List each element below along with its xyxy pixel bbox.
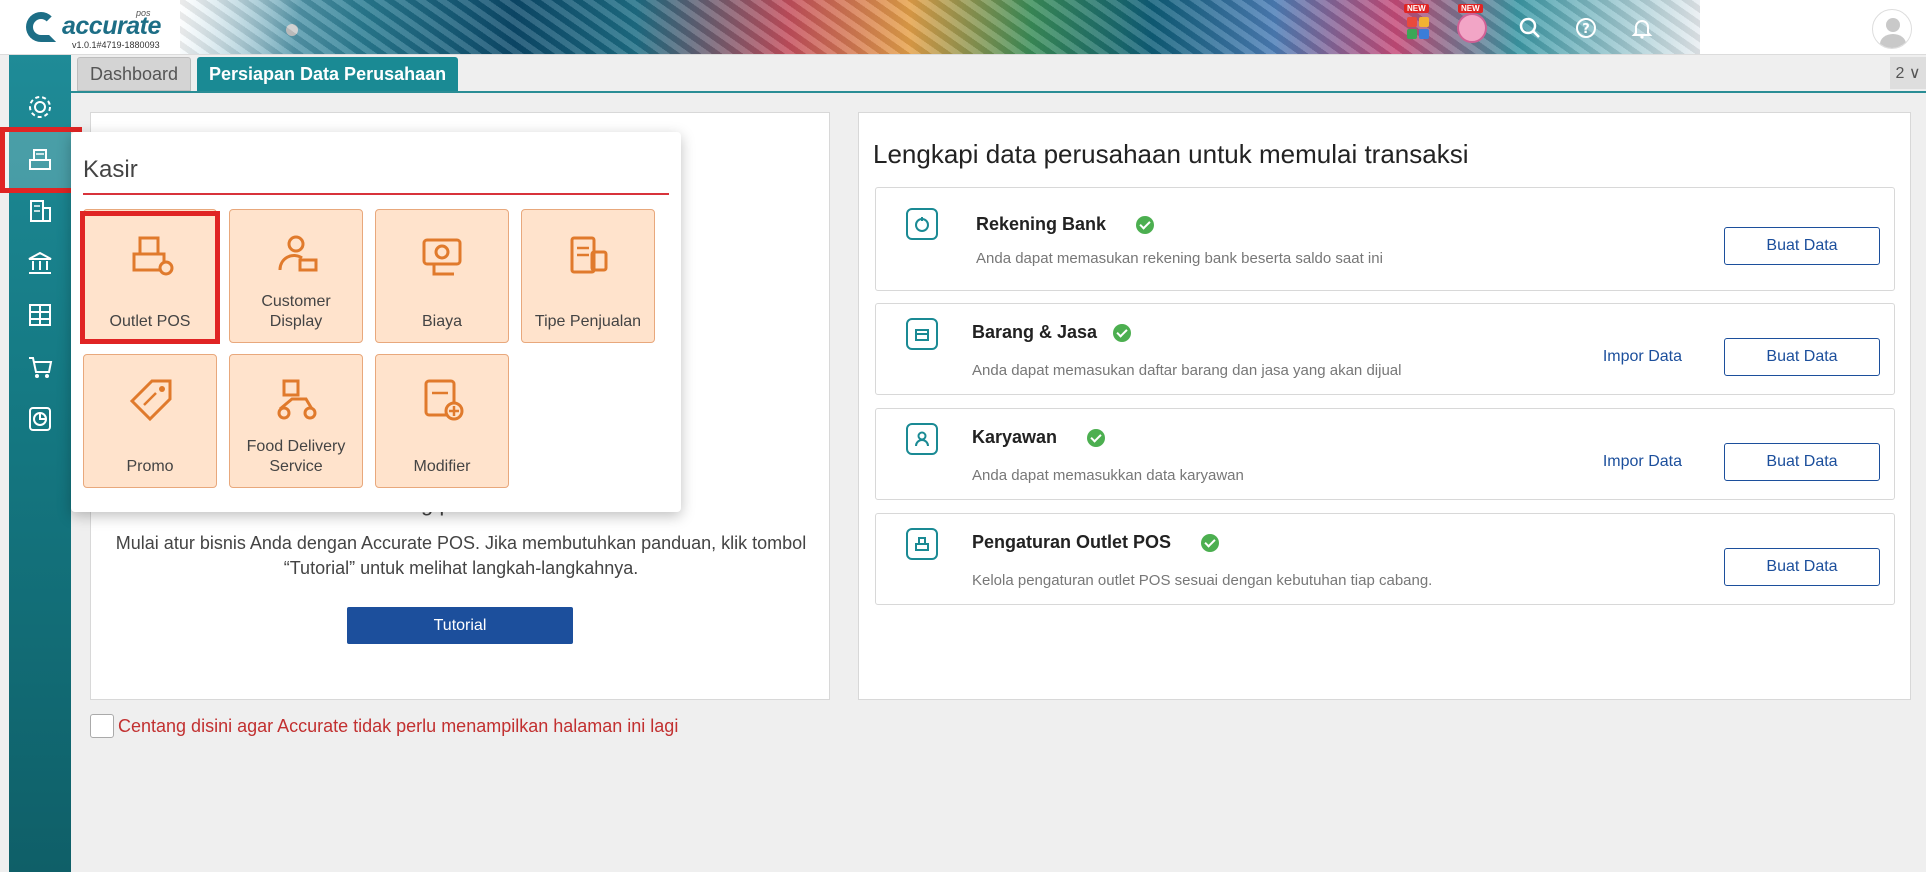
- row-title: Rekening Bank: [976, 214, 1155, 235]
- row-desc: Kelola pengaturan outlet POS sesuai deng…: [972, 572, 1433, 589]
- check-icon: [1136, 215, 1155, 234]
- outlet-pos-highlight: [80, 211, 220, 344]
- check-icon: [1113, 323, 1132, 342]
- apps-icon: [1407, 17, 1429, 39]
- row-title-text: Rekening Bank: [976, 214, 1107, 234]
- setup-row-karyawan: Karyawan Anda dapat memasukkan data kary…: [875, 408, 1895, 500]
- apps-button[interactable]: NEW: [1400, 4, 1436, 46]
- row-title-text: Karyawan: [972, 427, 1058, 447]
- tile-label: Customer Display: [261, 293, 331, 330]
- inventory-icon: [29, 304, 51, 326]
- popup-title: Kasir: [83, 156, 138, 183]
- dont-show-again-label[interactable]: Centang disini agar Accurate tidak perlu…: [118, 716, 678, 737]
- check-icon: [1087, 428, 1106, 447]
- row-desc: Anda dapat memasukan rekening bank beser…: [976, 250, 1383, 267]
- app-header: accurate pos v1.0.1#4719-1880093 NEW NEW…: [0, 0, 1926, 55]
- tutorial-button[interactable]: Tutorial: [347, 607, 573, 644]
- menu-tile-food-delivery[interactable]: Food Delivery Service: [229, 354, 363, 488]
- tile-label: Promo: [126, 458, 174, 475]
- avatar[interactable]: [1872, 9, 1912, 49]
- menu-tile-modifier[interactable]: Modifier: [375, 354, 509, 488]
- tab-bar: Dashboard Persiapan Data Perusahaan 2 ∨: [71, 55, 1926, 93]
- tab-persiapan-data[interactable]: Persiapan Data Perusahaan: [197, 57, 459, 91]
- buat-data-button[interactable]: Buat Data: [1724, 338, 1880, 376]
- buat-data-button[interactable]: Buat Data: [1724, 227, 1880, 265]
- setup-row-pengaturan-outlet: Pengaturan Outlet POS Kelola pengaturan …: [875, 513, 1895, 605]
- character-button[interactable]: NEW: [1454, 4, 1490, 46]
- menu-tile-tipe-penjualan[interactable]: Tipe Penjualan: [521, 209, 655, 343]
- logo-sup: pos: [136, 8, 151, 18]
- banner-dot: [286, 24, 298, 36]
- tile-label: Tipe Penjualan: [534, 313, 642, 330]
- new-badge: NEW: [1404, 4, 1429, 13]
- row-desc: Anda dapat memasukan daftar barang dan j…: [972, 362, 1402, 379]
- search-button[interactable]: [1512, 10, 1548, 46]
- row-desc: Anda dapat memasukkan data karyawan: [972, 467, 1244, 484]
- menu-tile-customer-display[interactable]: Customer Display: [229, 209, 363, 343]
- notification-button[interactable]: [1624, 10, 1660, 46]
- sidebar-item-bank[interactable]: [9, 237, 71, 289]
- buat-data-button[interactable]: Buat Data: [1724, 443, 1880, 481]
- tile-label: Modifier: [413, 458, 471, 475]
- popup-divider: [83, 193, 669, 195]
- logo-mark-icon: [26, 12, 56, 42]
- app-logo[interactable]: accurate pos v1.0.1#4719-1880093: [26, 8, 186, 52]
- check-icon: [1201, 533, 1220, 552]
- tab-count-dropdown[interactable]: 2 ∨: [1890, 57, 1926, 89]
- setup-card: Lengkapi data perusahaan untuk memulai t…: [858, 112, 1911, 700]
- svg-text:?: ?: [1582, 22, 1590, 37]
- help-icon: ?: [1576, 18, 1596, 38]
- bank-icon: [28, 251, 52, 274]
- employee-icon: [906, 423, 938, 455]
- character-icon: [1457, 13, 1487, 43]
- settings-icon: [29, 96, 51, 118]
- search-icon: [1519, 17, 1540, 38]
- row-title: Karyawan: [972, 427, 1106, 448]
- sidebar-item-settings[interactable]: [9, 81, 71, 133]
- sidebar-item-sales[interactable]: [9, 341, 71, 393]
- bell-icon: [1631, 20, 1653, 39]
- welcome-text: Mulai atur bisnis Anda dengan Accurate P…: [111, 531, 811, 581]
- sidebar-item-report[interactable]: [9, 393, 71, 445]
- menu-tile-promo[interactable]: Promo: [83, 354, 217, 488]
- setup-title: Lengkapi data perusahaan untuk memulai t…: [873, 139, 1469, 169]
- welcome-line-1: Mulai atur bisnis Anda dengan Accurate P…: [115, 533, 807, 553]
- row-title: Pengaturan Outlet POS: [972, 532, 1220, 553]
- menu-tile-biaya[interactable]: Biaya: [375, 209, 509, 343]
- company-name: Altara Group: [1752, 10, 1860, 31]
- buat-data-button[interactable]: Buat Data: [1724, 548, 1880, 586]
- dont-show-again-row: Centang disini agar Accurate tidak perlu…: [90, 714, 678, 738]
- user-name: Siti Fauziah: [1792, 33, 1860, 48]
- company-info[interactable]: Altara Group Siti Fauziah: [1752, 10, 1860, 48]
- row-title: Barang & Jasa: [972, 322, 1132, 343]
- goods-icon: [906, 318, 938, 350]
- building-icon: [30, 200, 51, 222]
- tag-icon: [129, 379, 172, 422]
- help-button[interactable]: ?: [1568, 10, 1604, 46]
- tile-label: Biaya: [421, 313, 463, 330]
- bank-account-icon: [906, 208, 938, 240]
- delivery-scooter-icon: [277, 379, 317, 420]
- app-version: v1.0.1#4719-1880093: [72, 40, 160, 50]
- impor-data-link[interactable]: Impor Data: [1603, 453, 1682, 471]
- dont-show-again-checkbox[interactable]: [90, 714, 114, 738]
- customer-display-icon: [278, 235, 318, 272]
- new-badge: NEW: [1458, 4, 1483, 13]
- sidebar-active-highlight: [0, 127, 82, 193]
- impor-data-link[interactable]: Impor Data: [1603, 348, 1682, 366]
- sidebar-item-inventory[interactable]: [9, 289, 71, 341]
- tile-label: Food Delivery Service: [246, 438, 346, 475]
- row-title-text: Barang & Jasa: [972, 322, 1098, 342]
- setup-row-barang-jasa: Barang & Jasa Anda dapat memasukan dafta…: [875, 303, 1895, 395]
- row-title-text: Pengaturan Outlet POS: [972, 532, 1172, 552]
- report-icon: [29, 407, 51, 431]
- modifier-icon: [424, 379, 464, 421]
- sales-type-icon: [570, 236, 608, 274]
- setup-row-rekening-bank: Rekening Bank Anda dapat memasukan reken…: [875, 187, 1895, 291]
- outlet-settings-icon: [906, 528, 938, 560]
- welcome-line-2: “Tutorial” untuk melihat langkah-langkah…: [283, 558, 639, 578]
- tab-dashboard[interactable]: Dashboard: [77, 57, 192, 91]
- cash-icon: [422, 238, 462, 276]
- cart-icon: [29, 357, 53, 378]
